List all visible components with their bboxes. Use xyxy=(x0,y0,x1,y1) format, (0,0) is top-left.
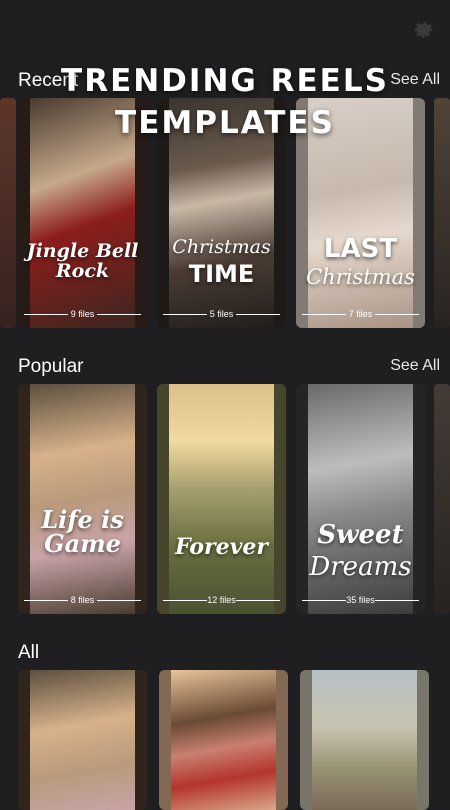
file-count: 35 files xyxy=(346,595,375,605)
card-label-bold: Sweet xyxy=(317,520,404,550)
card-image xyxy=(312,670,417,810)
banner-line-1: TRENDING REELS xyxy=(61,63,389,99)
template-card-all-3[interactable] xyxy=(300,670,429,810)
card-label-bold: TIME xyxy=(188,260,255,288)
card-label-bold: LAST xyxy=(323,234,398,264)
file-count: 7 files xyxy=(348,309,373,319)
card-label-script: Dreams xyxy=(309,552,412,582)
all-row xyxy=(0,670,450,810)
card-image xyxy=(30,384,135,614)
template-card-sweet-dreams[interactable]: Sweet Dreams 35 files xyxy=(296,384,425,614)
file-count: 12 files xyxy=(207,595,236,605)
card-image xyxy=(30,670,135,810)
card-label-script: Christmas xyxy=(172,236,271,258)
template-card-all-2[interactable] xyxy=(159,670,288,810)
template-card-life-is-game[interactable]: Life is Game 8 files xyxy=(18,384,147,614)
see-all-popular-link[interactable]: See All xyxy=(390,357,440,375)
card-image xyxy=(171,670,276,810)
card-label: Jingle Bell Rock xyxy=(26,240,139,282)
section-title-all: All xyxy=(18,642,40,663)
trending-banner: TRENDING REELS TEMPLATES xyxy=(0,60,450,144)
file-count: 5 files xyxy=(209,309,234,319)
card-label: Life is Game xyxy=(41,505,124,558)
file-count: 8 files xyxy=(70,595,95,605)
banner-line-2: TEMPLATES xyxy=(115,105,335,141)
template-card-all-1[interactable] xyxy=(18,670,147,810)
gear-icon[interactable] xyxy=(412,16,436,40)
card-label-script: Christmas xyxy=(306,265,415,289)
template-card-forever[interactable]: Forever 12 files xyxy=(157,384,286,614)
file-count: 9 files xyxy=(70,309,95,319)
section-title-popular: Popular xyxy=(18,356,84,377)
card-image xyxy=(169,384,274,614)
card-partial-right[interactable] xyxy=(434,384,450,614)
popular-row: Life is Game 8 files Forever 12 files Sw… xyxy=(0,384,450,620)
card-label: Forever xyxy=(174,534,269,560)
